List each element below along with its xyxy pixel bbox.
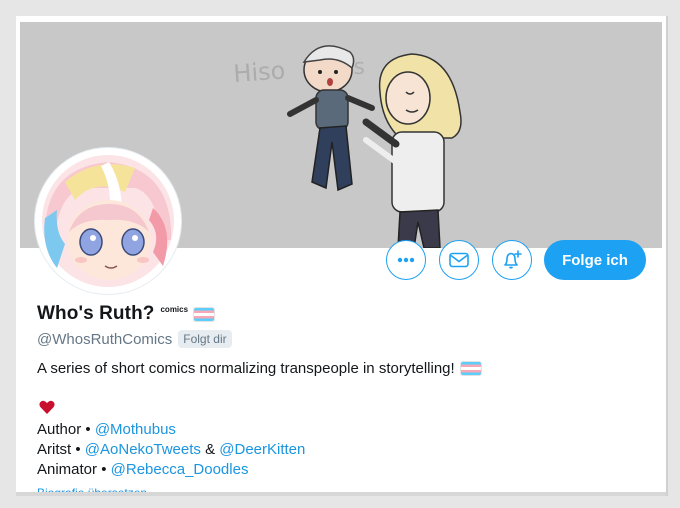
envelope-icon (449, 252, 469, 268)
bell-plus-icon (504, 250, 522, 269)
credit-role: Aritst (37, 441, 72, 458)
credit-separator: • (85, 421, 91, 438)
credit-joiner: & (205, 441, 216, 458)
bottom-divider (16, 492, 666, 496)
banner-sketch-text: Hiso (232, 56, 286, 88)
credit-role: Author (37, 421, 82, 438)
profile-bio: A series of short comics normalizing tra… (37, 360, 481, 377)
credit-line-artist: Aritst • @AoNekoTweets & @DeerKitten (37, 440, 305, 460)
trans-flag-icon-bio (460, 362, 481, 375)
credit-separator: • (101, 461, 107, 478)
credit-separator: • (75, 441, 81, 458)
profile-handle-row: @WhosRuthComics Folgt dir (37, 330, 232, 348)
profile-actions: Folge ich (16, 240, 666, 284)
profile-name-tag: comics (160, 304, 189, 314)
more-options-button[interactable] (386, 240, 426, 280)
more-icon (397, 257, 415, 263)
trans-flag-icon (194, 307, 215, 321)
profile-card: Hiso ss Folge ich Who's Ruth? comics @Wh… (16, 16, 668, 496)
bio-text: A series of short comics normalizing tra… (37, 360, 455, 377)
profile-handle[interactable]: @WhosRuthComics (37, 331, 172, 348)
follows-you-badge: Folgt dir (178, 330, 232, 348)
following-button[interactable]: Folge ich (544, 240, 646, 280)
profile-credits: Author • @Mothubus Aritst • @AoNekoTweet… (37, 420, 305, 480)
profile-name: Who's Ruth? (37, 303, 155, 324)
heart-icon (39, 400, 55, 414)
character-tall (362, 53, 462, 248)
mention-link[interactable]: @Mothubus (95, 421, 176, 438)
credit-role: Animator (37, 461, 98, 478)
mention-link[interactable]: @Rebecca_Doodles (111, 461, 249, 478)
notifications-button[interactable] (492, 240, 532, 280)
credit-line-animator: Animator • @Rebecca_Doodles (37, 460, 305, 480)
profile-name-row: Who's Ruth? comics (37, 303, 215, 325)
mention-link[interactable]: @AoNekoTweets (85, 441, 201, 458)
message-button[interactable] (439, 240, 479, 280)
mention-link[interactable]: @DeerKitten (219, 441, 305, 458)
credit-line-author: Author • @Mothubus (37, 420, 305, 440)
